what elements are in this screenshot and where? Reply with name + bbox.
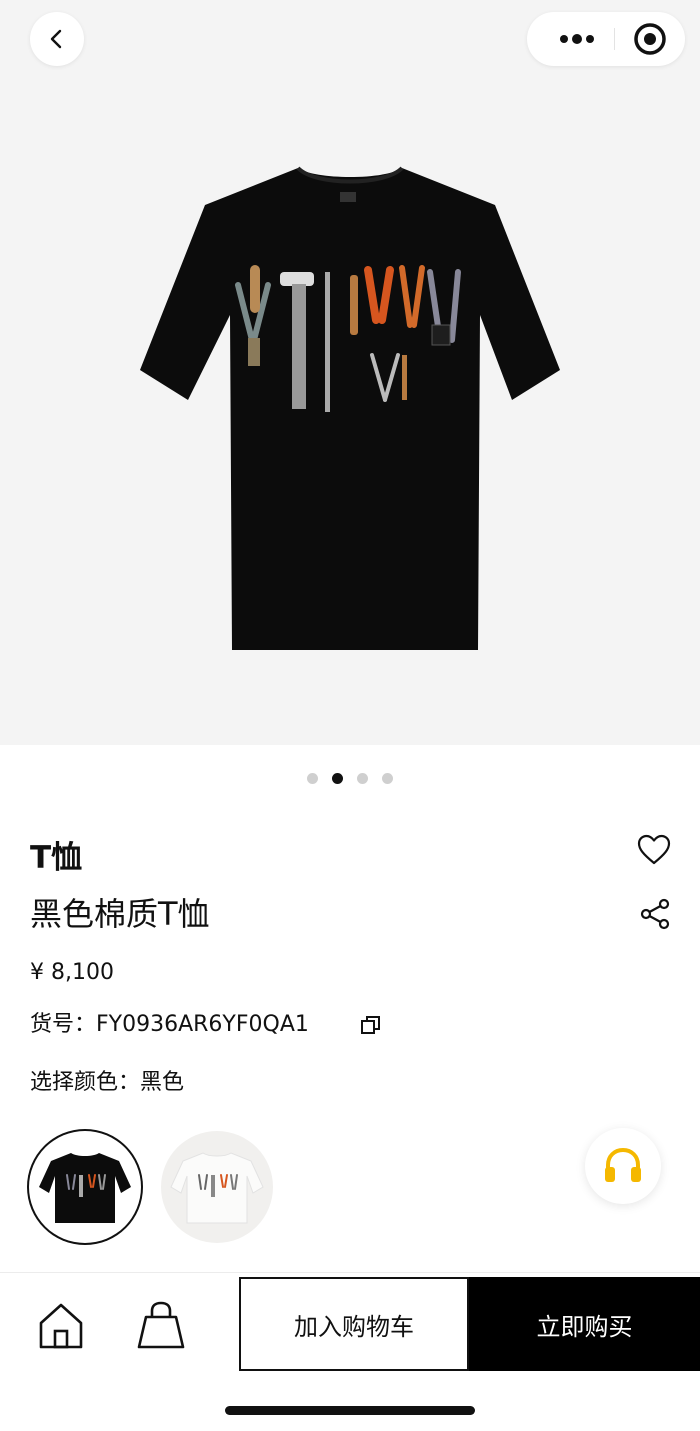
product-image-area[interactable] bbox=[0, 0, 700, 745]
color-selection: 选择颜色：黑色 bbox=[30, 1068, 184, 1098]
home-indicator bbox=[225, 1406, 475, 1415]
gallery-dot[interactable] bbox=[307, 773, 318, 784]
more-button[interactable] bbox=[545, 12, 609, 66]
product-sku: 货号：FY0936AR6YF0QA1 bbox=[30, 1010, 309, 1040]
gallery-dot[interactable] bbox=[357, 773, 368, 784]
back-icon bbox=[50, 29, 62, 49]
capsule-divider bbox=[614, 28, 615, 50]
color-swatch-black[interactable] bbox=[29, 1131, 141, 1243]
product-category-title: T恤 bbox=[30, 840, 83, 876]
bag-icon[interactable] bbox=[135, 1301, 187, 1351]
color-label: 选择颜色： bbox=[30, 1070, 141, 1095]
miniprogram-capsule bbox=[527, 12, 685, 66]
close-miniprogram-button[interactable] bbox=[627, 12, 673, 66]
more-icon bbox=[560, 34, 594, 44]
gallery-dot[interactable] bbox=[382, 773, 393, 784]
selected-color-value: 黑色 bbox=[140, 1070, 185, 1095]
add-to-cart-button[interactable]: 加入购物车 bbox=[239, 1277, 469, 1371]
bottom-action-bar: 加入购物车 立即购买 bbox=[0, 1272, 700, 1378]
white-tshirt-thumbnail bbox=[170, 1152, 264, 1224]
heart-icon[interactable] bbox=[637, 834, 671, 866]
customer-service-button[interactable] bbox=[585, 1128, 661, 1204]
product-image-tshirt bbox=[140, 166, 560, 650]
target-icon bbox=[634, 23, 666, 55]
color-swatch-white[interactable] bbox=[161, 1131, 273, 1243]
share-icon[interactable] bbox=[638, 897, 672, 931]
sku-label: 货号： bbox=[30, 1012, 97, 1037]
product-name: 黑色棉质T恤 bbox=[30, 895, 210, 933]
back-button[interactable] bbox=[30, 12, 84, 66]
gallery-dot-active[interactable] bbox=[332, 773, 343, 784]
home-icon[interactable] bbox=[36, 1301, 86, 1351]
product-price: ¥ 8,100 bbox=[30, 960, 114, 985]
black-tshirt-thumbnail bbox=[39, 1153, 131, 1223]
copy-icon[interactable] bbox=[360, 1014, 382, 1036]
buy-now-button[interactable]: 立即购买 bbox=[469, 1277, 700, 1371]
headset-icon bbox=[605, 1147, 641, 1182]
sku-value: FY0936AR6YF0QA1 bbox=[96, 1012, 309, 1037]
gallery-pagination bbox=[0, 773, 700, 787]
